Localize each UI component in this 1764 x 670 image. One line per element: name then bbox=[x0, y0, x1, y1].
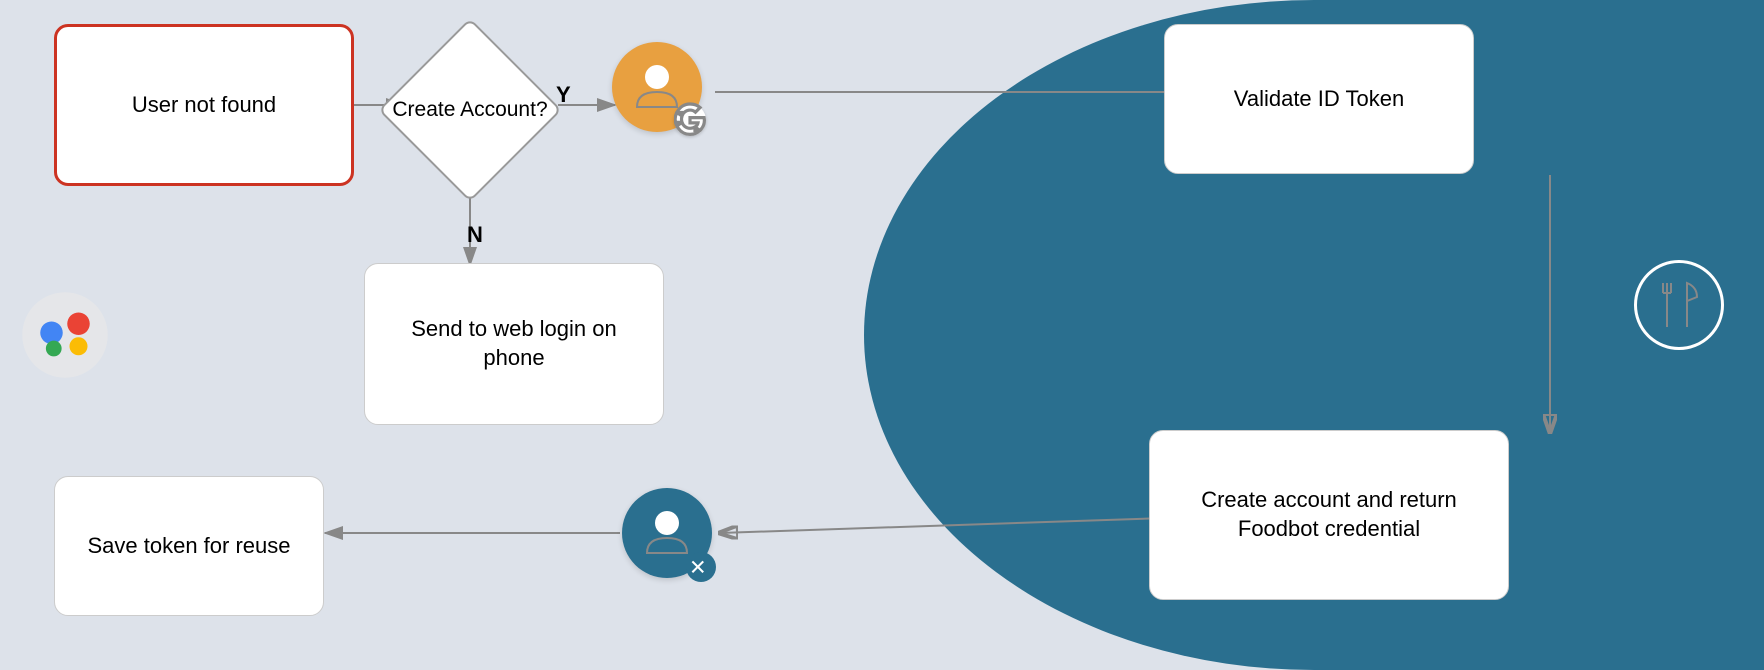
create-account-diamond: Create Account? bbox=[390, 30, 550, 190]
diamond-label: Create Account? bbox=[390, 30, 550, 190]
google-assistant-icon bbox=[20, 290, 110, 380]
no-label: N bbox=[467, 222, 483, 248]
fork-knife-circle-icon bbox=[1634, 260, 1724, 350]
google-badge-icon bbox=[674, 104, 706, 136]
foodbot-user-icon: ✕ bbox=[622, 488, 717, 583]
yes-label: Y bbox=[556, 82, 571, 108]
svg-text:✕: ✕ bbox=[689, 557, 707, 580]
create-account-return-box: Create account and return Foodbot creden… bbox=[1149, 430, 1509, 600]
foodbot-badge-icon: ✕ bbox=[686, 552, 716, 582]
create-account-return-label: Create account and return Foodbot creden… bbox=[1168, 486, 1490, 543]
validate-id-label: Validate ID Token bbox=[1234, 85, 1404, 114]
validate-id-box: Validate ID Token bbox=[1164, 24, 1474, 174]
send-to-web-label: Send to web login on phone bbox=[383, 315, 645, 372]
google-user-icon bbox=[612, 42, 712, 142]
user-not-found-box: User not found bbox=[54, 24, 354, 186]
user-not-found-label: User not found bbox=[132, 91, 276, 120]
send-to-web-box: Send to web login on phone bbox=[364, 263, 664, 425]
save-token-box: Save token for reuse bbox=[54, 476, 324, 616]
save-token-label: Save token for reuse bbox=[87, 532, 290, 561]
